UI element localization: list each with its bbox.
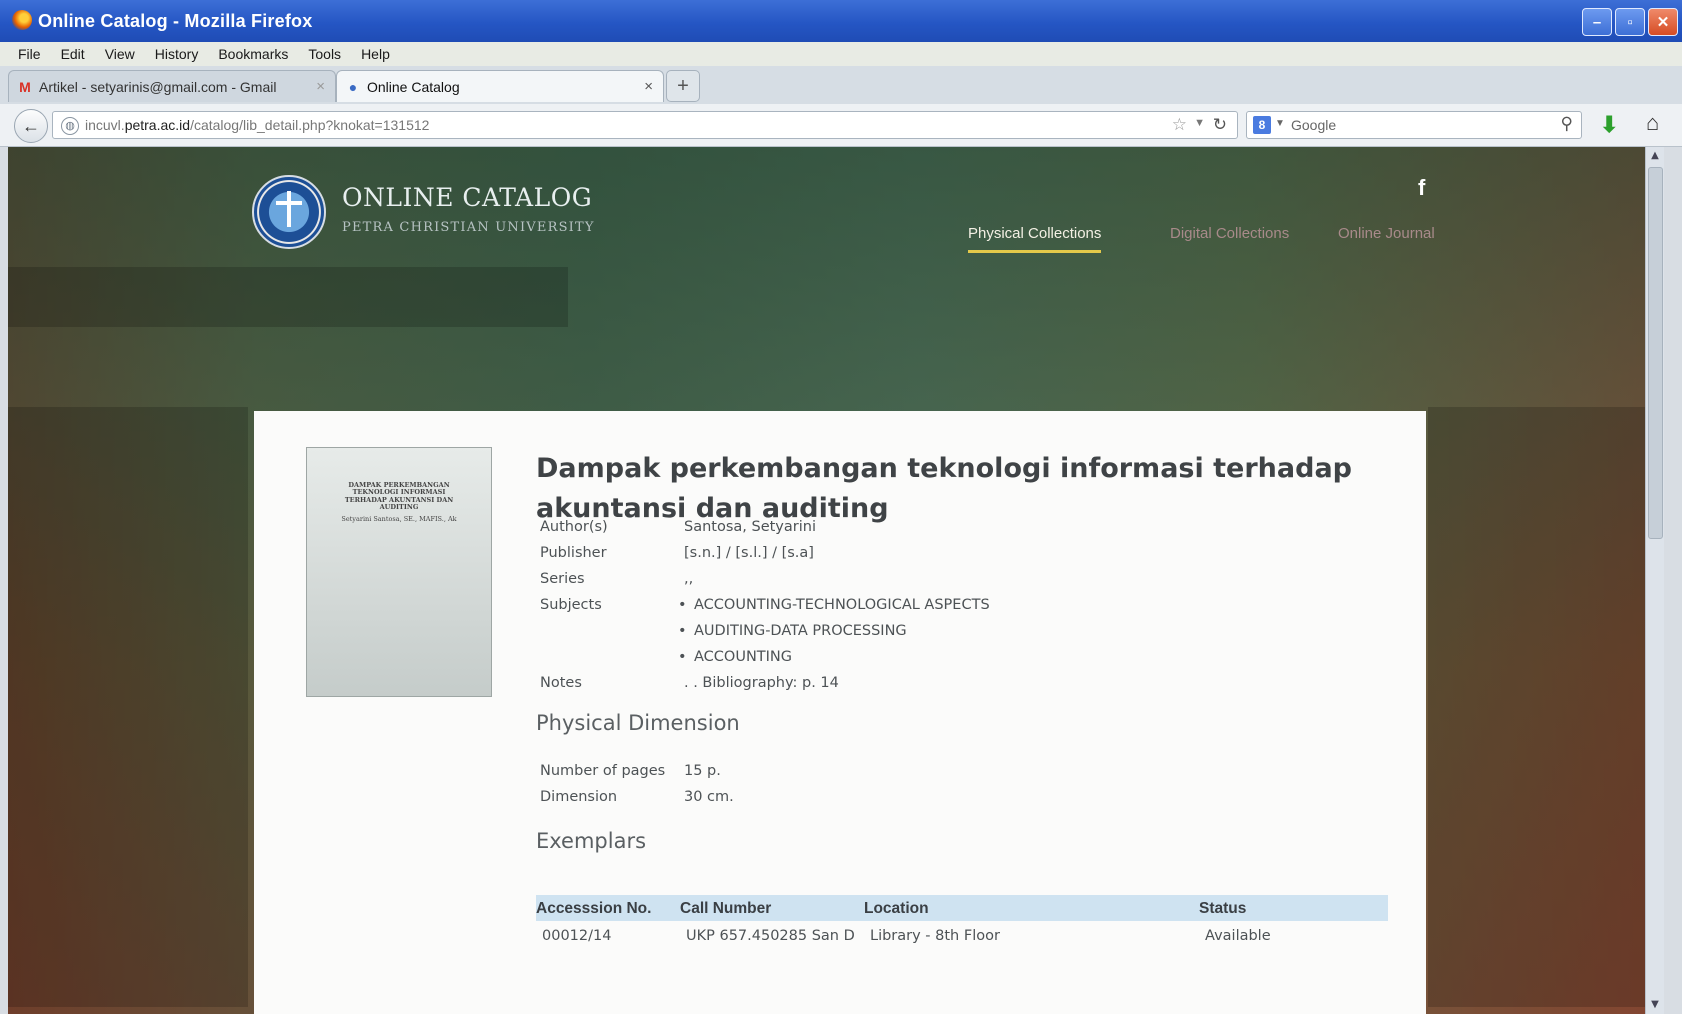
arrow-left-icon: ← <box>22 115 40 136</box>
menu-help[interactable]: Help <box>361 46 390 62</box>
book-title: Dampak perkembangan teknologi informasi … <box>536 453 1352 524</box>
firefox-logo-icon <box>12 10 32 30</box>
search-engine-icon[interactable]: 8 <box>1253 116 1271 134</box>
column-header: Location <box>864 900 929 917</box>
background-shelf <box>1428 407 1648 1007</box>
tab-label: Online Catalog <box>367 78 460 95</box>
navigation-bar: ← ◍ incuvl.petra.ac.id/catalog/lib_detai… <box>0 104 1682 147</box>
exemplars-table-header: Accesssion No. Call Number Location Stat… <box>536 895 1388 921</box>
scroll-up-icon[interactable]: ▲ <box>1646 147 1664 165</box>
dimension-value: 30 cm. <box>684 789 734 805</box>
tab-bar: M Artikel - setyarinis@gmail.com - Gmail… <box>0 66 1682 104</box>
close-button[interactable]: ✕ <box>1648 8 1678 36</box>
url-text: incuvl.petra.ac.id/catalog/lib_detail.ph… <box>85 117 430 133</box>
home-icon[interactable]: ⌂ <box>1646 110 1659 136</box>
scrollbar-thumb[interactable] <box>1648 167 1663 539</box>
bookmark-star-icon[interactable]: ☆ <box>1172 115 1187 135</box>
nav-physical-collections[interactable]: Physical Collections <box>968 225 1102 253</box>
background-shelf <box>8 407 248 1007</box>
globe-icon: ● <box>348 78 358 95</box>
nav-online-journal[interactable]: Online Journal <box>1338 225 1435 242</box>
physical-dimension-heading: Physical Dimension <box>536 711 740 735</box>
nav-digital-collections[interactable]: Digital Collections <box>1170 225 1289 242</box>
site-identity-icon[interactable]: ◍ <box>61 117 79 135</box>
menu-edit[interactable]: Edit <box>61 46 85 62</box>
location: Library - 8th Floor <box>870 928 1000 944</box>
menu-file[interactable]: File <box>18 46 41 62</box>
facebook-icon[interactable]: f <box>1418 175 1425 201</box>
column-header: Accesssion No. <box>536 900 652 917</box>
book-detail-card: DAMPAK PERKEMBANGAN TEKNOLOGI INFORMASI … <box>254 411 1426 1014</box>
close-tab-icon[interactable]: × <box>316 78 325 95</box>
accession-number: 00012/14 <box>542 928 612 944</box>
window-controls: – ▫ ✕ <box>1582 8 1678 36</box>
tab-gmail[interactable]: M Artikel - setyarinis@gmail.com - Gmail… <box>8 70 336 102</box>
download-icon[interactable]: ⬇ <box>1600 112 1618 138</box>
page-viewport: ONLINE CATALOG PETRA CHRISTIAN UNIVERSIT… <box>8 147 1664 1014</box>
scroll-down-icon[interactable]: ▼ <box>1646 996 1664 1014</box>
address-bar[interactable]: ◍ incuvl.petra.ac.id/catalog/lib_detail.… <box>52 111 1238 139</box>
window-title: Online Catalog - Mozilla Firefox <box>38 11 313 31</box>
pages-value: 15 p. <box>684 763 721 779</box>
background-shelf <box>8 267 568 327</box>
column-header: Call Number <box>680 900 772 917</box>
minimize-button[interactable]: – <box>1582 8 1612 36</box>
subject-item: ACCOUNTING <box>678 649 792 665</box>
restore-button[interactable]: ▫ <box>1615 8 1645 36</box>
vertical-scrollbar[interactable]: ▲ ▼ <box>1645 147 1664 1014</box>
tab-label: Artikel - setyarinis@gmail.com - Gmail <box>39 78 277 95</box>
url-history-dropdown-icon[interactable]: ▼ <box>1194 117 1205 129</box>
column-header: Status <box>1199 900 1247 917</box>
gmail-icon: M <box>19 78 31 95</box>
search-bar[interactable]: 8 ▼ Google ⚲ <box>1246 111 1582 139</box>
engine-dropdown-icon[interactable]: ▼ <box>1275 118 1285 129</box>
notes-value: . . Bibliography: p. 14 <box>684 675 839 691</box>
subject-item: AUDITING-DATA PROCESSING <box>678 623 907 639</box>
menu-bar: File Edit View History Bookmarks Tools H… <box>0 42 1682 66</box>
site-subtitle: PETRA CHRISTIAN UNIVERSITY <box>342 220 595 235</box>
menu-bookmarks[interactable]: Bookmarks <box>218 46 288 62</box>
tab-online-catalog[interactable]: ● Online Catalog × <box>336 70 664 102</box>
author-value: Santosa, Setyarini <box>684 519 816 535</box>
window-titlebar: Online Catalog - Mozilla Firefox – ▫ ✕ <box>0 0 1682 42</box>
publisher-value: [s.n.] / [s.l.] / [s.a] <box>684 545 814 561</box>
call-number: UKP 657.450285 San D <box>686 928 855 944</box>
exemplars-heading: Exemplars <box>536 829 647 853</box>
new-tab-button[interactable]: + <box>666 70 700 102</box>
back-button[interactable]: ← <box>14 109 48 143</box>
subject-item: ACCOUNTING-TECHNOLOGICAL ASPECTS <box>678 597 990 613</box>
menu-history[interactable]: History <box>155 46 199 62</box>
close-tab-icon[interactable]: × <box>644 78 653 95</box>
site-title[interactable]: ONLINE CATALOG <box>342 183 592 212</box>
university-logo[interactable] <box>252 175 326 249</box>
series-value: ,, <box>684 571 694 587</box>
book-cover-image: DAMPAK PERKEMBANGAN TEKNOLOGI INFORMASI … <box>306 447 492 697</box>
search-icon[interactable]: ⚲ <box>1561 114 1573 134</box>
reload-icon[interactable]: ↻ <box>1213 115 1227 135</box>
menu-tools[interactable]: Tools <box>308 46 341 62</box>
menu-view[interactable]: View <box>105 46 135 62</box>
table-row: 00012/14 UKP 657.450285 San D Library - … <box>536 923 1388 949</box>
search-placeholder: Google <box>1291 117 1337 133</box>
status: Available <box>1205 928 1271 944</box>
